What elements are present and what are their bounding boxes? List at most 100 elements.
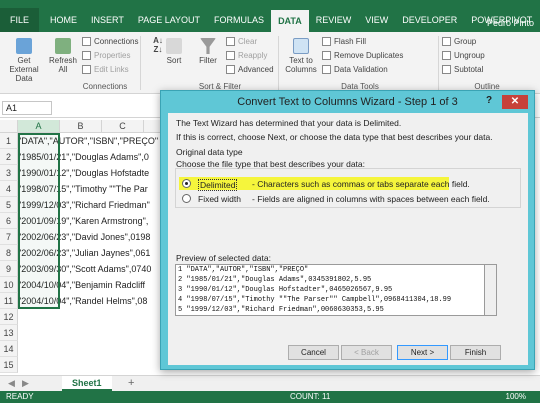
next-sheet-icon[interactable]: ▶ — [22, 378, 29, 389]
ribbon-divider — [438, 36, 439, 90]
sort-icon — [166, 38, 182, 54]
cell-a[interactable] — [18, 341, 163, 357]
reapply-button[interactable]: Reapply — [226, 51, 267, 60]
original-data-type-label: Original data type — [176, 147, 243, 157]
column-header-a[interactable]: A — [18, 120, 60, 133]
group-icon — [442, 37, 451, 46]
refresh-icon — [55, 38, 71, 54]
tab-view[interactable]: VIEW — [358, 8, 395, 32]
convert-text-to-columns-dialog: Convert Text to Columns Wizard - Step 1 … — [160, 90, 535, 370]
preview-scrollbar[interactable] — [485, 264, 497, 316]
row-header[interactable]: 8 — [0, 245, 18, 261]
edit-links-button[interactable]: Edit Links — [82, 65, 129, 74]
row-header[interactable]: 9 — [0, 261, 18, 277]
cell-a[interactable] — [18, 325, 163, 341]
ungroup-button[interactable]: Ungroup — [442, 51, 485, 60]
flash-fill-button[interactable]: Flash Fill — [322, 37, 366, 46]
refresh-all-button[interactable]: Refresh All — [48, 38, 78, 74]
zoom-level[interactable]: 100% — [506, 392, 526, 401]
row-header[interactable]: 10 — [0, 277, 18, 293]
subtotal-button[interactable]: Subtotal — [442, 65, 483, 74]
fixed-width-description: - Fields are aligned in columns with spa… — [252, 194, 490, 204]
ungroup-icon — [442, 51, 451, 60]
wizard-instructions: If this is correct, choose Next, or choo… — [176, 132, 493, 142]
ribbon-divider — [140, 36, 141, 90]
add-sheet-button[interactable]: + — [128, 377, 134, 389]
row-header[interactable]: 5 — [0, 197, 18, 213]
row-header[interactable]: 1 — [0, 133, 18, 149]
advanced-button[interactable]: Advanced — [226, 65, 274, 74]
properties-button[interactable]: Properties — [82, 51, 130, 60]
tab-developer[interactable]: DEVELOPER — [395, 8, 464, 32]
column-header-b[interactable]: B — [60, 120, 102, 133]
help-button[interactable]: ? — [486, 95, 498, 109]
row-header[interactable]: 15 — [0, 357, 18, 373]
clear-button[interactable]: Clear — [226, 37, 257, 46]
sheet-tab-sheet1[interactable]: Sheet1 — [62, 376, 112, 391]
cell-a[interactable] — [18, 309, 163, 325]
finish-button[interactable]: Finish — [450, 345, 501, 360]
row-header[interactable]: 13 — [0, 325, 18, 341]
tab-formulas[interactable]: FORMULAS — [207, 8, 271, 32]
tab-insert[interactable]: INSERT — [84, 8, 131, 32]
fixed-width-label[interactable]: Fixed width — [198, 194, 241, 204]
tab-review[interactable]: REVIEW — [309, 8, 359, 32]
status-count: COUNT: 11 — [290, 392, 331, 401]
sort-button[interactable]: Sort — [160, 38, 188, 65]
tab-home[interactable]: HOME — [43, 8, 84, 32]
select-all-corner[interactable] — [0, 120, 18, 133]
data-validation-button[interactable]: Data Validation — [322, 65, 388, 74]
text-to-columns-icon — [293, 38, 309, 54]
status-bar: READY COUNT: 11 100% — [0, 391, 540, 403]
row-header[interactable]: 3 — [0, 165, 18, 181]
wizard-message: The Text Wizard has determined that your… — [176, 118, 402, 128]
prev-sheet-icon[interactable]: ◀ — [8, 378, 15, 389]
cell-a[interactable] — [18, 357, 163, 373]
database-icon — [16, 38, 32, 54]
sheet-tabs-bar: ◀ ▶ Sheet1 + — [0, 375, 540, 391]
ribbon: Get External Data Refresh All Connection… — [0, 32, 540, 94]
connections-button[interactable]: Connections — [82, 37, 138, 46]
preview-line: 1 "DATA","AUTOR","ISBN","PREÇO" — [178, 266, 309, 274]
row-header[interactable]: 2 — [0, 149, 18, 165]
preview-line: 3 "1990/01/12","Douglas Hofstadter",0465… — [178, 286, 393, 294]
next-button[interactable]: Next > — [397, 345, 448, 360]
tab-file[interactable]: FILE — [0, 8, 40, 32]
cancel-button[interactable]: Cancel — [288, 345, 339, 360]
preview-line: 4 "1998/07/15","Timothy ""The Parser"" C… — [178, 296, 452, 304]
properties-icon — [82, 51, 91, 60]
name-box[interactable]: A1 — [2, 101, 52, 115]
remove-duplicates-icon — [322, 51, 331, 60]
row-header[interactable]: 11 — [0, 293, 18, 309]
reapply-icon — [226, 51, 235, 60]
row-header[interactable]: 12 — [0, 309, 18, 325]
column-header-c[interactable]: C — [102, 120, 144, 133]
row-header[interactable]: 7 — [0, 229, 18, 245]
title-bar — [0, 0, 540, 8]
data-preview[interactable]: 1 "DATA","AUTOR","ISBN","PREÇO" 2 "1985/… — [175, 264, 485, 316]
delimited-label[interactable]: Delimited — [198, 179, 238, 191]
delimited-description: - Characters such as commas or tabs sepa… — [252, 179, 470, 189]
tab-page-layout[interactable]: PAGE LAYOUT — [131, 8, 207, 32]
subtotal-icon — [442, 65, 451, 74]
edit-links-icon — [82, 65, 91, 74]
group-button[interactable]: Group — [442, 37, 476, 46]
row-header[interactable]: 4 — [0, 181, 18, 197]
tab-data[interactable]: DATA — [271, 10, 309, 32]
close-button[interactable]: ✕ — [502, 95, 528, 109]
group-label-connections: Connections — [82, 82, 128, 91]
get-external-data-button[interactable]: Get External Data — [2, 38, 46, 83]
flash-fill-icon — [322, 37, 331, 46]
connections-icon — [82, 37, 91, 46]
dialog-title: Convert Text to Columns Wizard - Step 1 … — [237, 96, 458, 108]
delimited-radio[interactable] — [182, 179, 191, 188]
filter-button[interactable]: Filter — [194, 38, 222, 65]
user-name[interactable]: Pedro Pinto — [487, 18, 534, 28]
text-to-columns-button[interactable]: Text to Columns — [282, 38, 320, 74]
back-button[interactable]: < Back — [341, 345, 392, 360]
row-header[interactable]: 6 — [0, 213, 18, 229]
preview-label: Preview of selected data: — [176, 253, 271, 263]
remove-duplicates-button[interactable]: Remove Duplicates — [322, 51, 403, 60]
fixed-width-radio[interactable] — [182, 194, 191, 203]
row-header[interactable]: 14 — [0, 341, 18, 357]
